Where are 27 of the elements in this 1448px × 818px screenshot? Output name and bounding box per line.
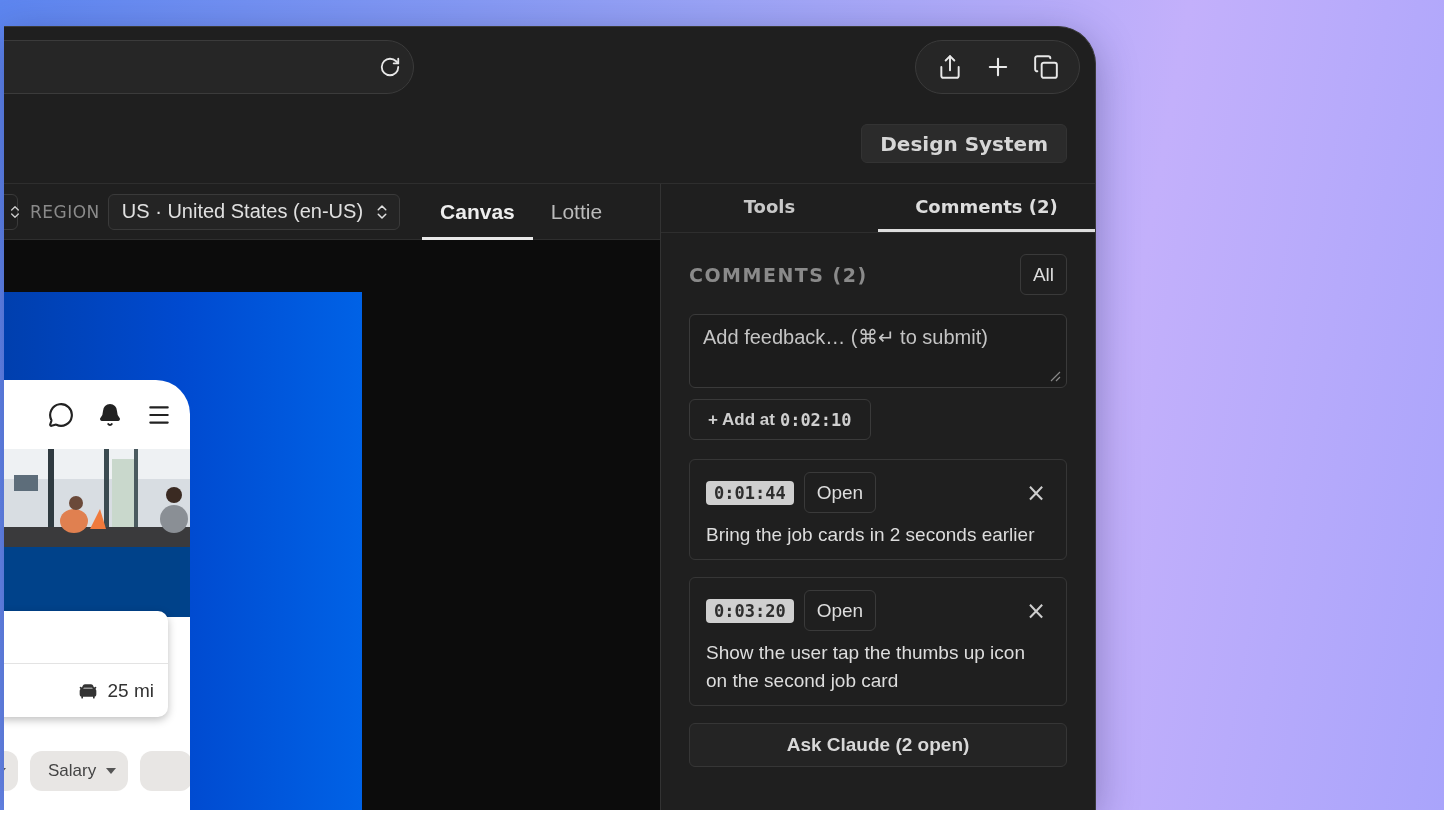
copy-icon[interactable] <box>1032 54 1059 80</box>
reload-icon[interactable] <box>379 56 401 78</box>
filter-button[interactable]: All <box>1019 254 1067 295</box>
panel-tab[interactable]: Comments (2) <box>878 184 1095 232</box>
add-comment-button[interactable]: + Add at 0:02:10 <box>689 399 871 440</box>
caret-icon <box>106 768 117 774</box>
comment-text: Bring the job cards in 2 seconds earlier <box>706 523 1036 547</box>
close-button[interactable]: × <box>1021 478 1050 507</box>
open-button[interactable]: Open <box>803 590 877 631</box>
region-label: REGION <box>30 201 100 222</box>
chat-icon[interactable] <box>48 401 74 428</box>
ask-claude-button[interactable]: Ask Claude (2 open) <box>689 723 1067 767</box>
close-button[interactable]: × <box>1021 596 1050 625</box>
region-select[interactable]: US · United States (en-US) <box>107 193 401 230</box>
design-system-button[interactable]: Design System <box>861 124 1067 163</box>
comment-text: Show the user tap the thumbs up icon on the second job card <box>706 641 1026 693</box>
resize-grip-icon[interactable] <box>1049 370 1061 382</box>
panel-tab[interactable]: Tools <box>661 184 878 232</box>
distance-text: 25 mi <box>107 679 154 702</box>
bell-icon[interactable] <box>98 402 122 427</box>
view-tab[interactable]: Lottie <box>532 183 621 240</box>
open-button[interactable]: Open <box>803 472 877 513</box>
filter-chip[interactable]: Salary <box>30 751 129 791</box>
timestamp-badge[interactable]: 0:01:44 <box>706 480 794 505</box>
timestamp-badge[interactable]: 0:03:20 <box>706 598 794 623</box>
comments-heading: COMMENTS (2) <box>689 263 868 286</box>
feedback-field[interactable]: Add feedback… (⌘↵ to submit) <box>689 314 1067 388</box>
